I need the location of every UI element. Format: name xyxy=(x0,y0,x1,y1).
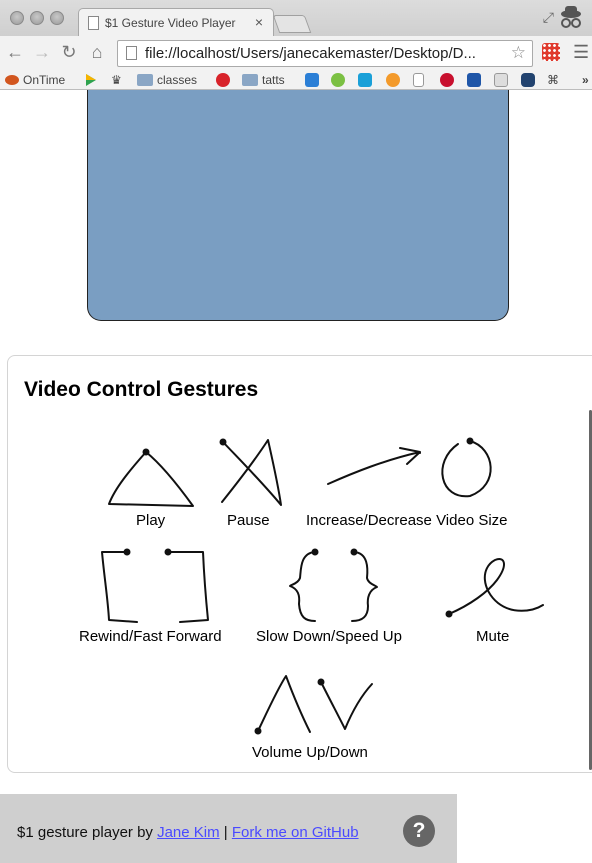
bookmark-ontime[interactable]: OnTime xyxy=(5,72,65,88)
fullscreen-icon[interactable]: ⤢ xyxy=(543,9,554,26)
menu-icon[interactable]: ☰ xyxy=(573,42,589,63)
gesture-label-play: Play xyxy=(136,512,166,529)
footer: $1 gesture player by Jane Kim | Fork me … xyxy=(0,794,457,863)
gesture-label-video-size: Increase/Decrease Video Size xyxy=(306,512,508,529)
bookmark-folder-classes[interactable]: classes xyxy=(137,72,197,88)
reload-icon[interactable]: ↻ xyxy=(58,42,80,63)
bookmark-label: classes xyxy=(157,73,198,87)
gesture-label-rewind: Rewind/Fast Forward xyxy=(79,628,222,645)
page-icon xyxy=(126,46,137,60)
reader-icon[interactable] xyxy=(494,72,508,88)
close-window-button[interactable] xyxy=(10,11,24,25)
more-bookmarks-icon[interactable]: » xyxy=(582,72,589,88)
power-icon[interactable] xyxy=(216,72,230,88)
play-store-icon[interactable] xyxy=(84,72,98,88)
author-link[interactable]: Jane Kim xyxy=(157,824,220,841)
help-icon[interactable]: ? xyxy=(403,815,435,847)
gesture-label-pause: Pause xyxy=(227,512,270,529)
tab-title: $1 Gesture Video Player xyxy=(105,16,236,30)
phone-icon[interactable] xyxy=(305,72,319,88)
footer-prefix: $1 gesture player by xyxy=(17,824,158,841)
zoom-window-button[interactable] xyxy=(50,11,64,25)
browser-titlebar: $1 Gesture Video Player × ⤢ xyxy=(0,0,592,37)
url-text[interactable]: file://localhost/Users/janecakemaster/De… xyxy=(145,45,505,62)
document-icon[interactable] xyxy=(413,72,424,88)
folder-icon xyxy=(137,74,153,86)
gesture-label-volume: Volume Up/Down xyxy=(252,744,368,761)
browser-tab[interactable]: $1 Gesture Video Player × xyxy=(78,8,274,37)
eye-icon xyxy=(5,75,19,85)
panel-title: Video Control Gestures xyxy=(24,378,259,401)
extension-icon[interactable] xyxy=(542,43,560,61)
bookmark-label: tatts xyxy=(262,73,285,87)
back-arrow-icon[interactable]: ← xyxy=(4,42,26,63)
home-icon[interactable]: ⌂ xyxy=(86,42,108,63)
page-icon xyxy=(88,16,99,30)
bookmark-folder-tatts[interactable]: tatts xyxy=(242,72,285,88)
new-tab-button[interactable] xyxy=(272,15,312,33)
video-player[interactable] xyxy=(87,90,509,321)
gesture-label-mute: Mute xyxy=(476,628,510,645)
bank-icon[interactable] xyxy=(467,72,481,88)
address-bar[interactable]: file://localhost/Users/janecakemaster/De… xyxy=(117,40,533,67)
gesture-label-speed: Slow Down/Speed Up xyxy=(256,628,402,645)
ly-icon[interactable] xyxy=(331,72,345,88)
bookmark-star-icon[interactable]: ☆ xyxy=(511,43,526,63)
github-link[interactable]: Fork me on GitHub xyxy=(232,824,359,841)
crown-icon[interactable]: ♛ xyxy=(111,72,122,88)
bookmarks-bar: OnTime ♛ classes tatts ⌘ » xyxy=(0,70,592,90)
incognito-icon xyxy=(561,6,581,28)
gesture-panel: Video Control Gestures xyxy=(7,355,592,773)
360-icon[interactable] xyxy=(440,72,454,88)
app-icon[interactable] xyxy=(358,72,372,88)
moon-icon[interactable] xyxy=(521,72,535,88)
minimize-window-button[interactable] xyxy=(30,11,44,25)
glasses-icon[interactable]: ⌘ xyxy=(547,72,559,88)
footer-credit: $1 gesture player by Jane Kim | Fork me … xyxy=(17,824,359,841)
browser-toolbar: ← → ↻ ⌂ file://localhost/Users/janecakem… xyxy=(0,36,592,70)
folder-icon xyxy=(242,74,258,86)
forward-arrow-icon[interactable]: → xyxy=(31,42,53,63)
bookmark-label: OnTime xyxy=(23,73,66,87)
tab-close-icon[interactable]: × xyxy=(255,14,263,30)
footer-separator: | xyxy=(219,824,232,841)
circle-app-icon[interactable] xyxy=(386,72,400,88)
